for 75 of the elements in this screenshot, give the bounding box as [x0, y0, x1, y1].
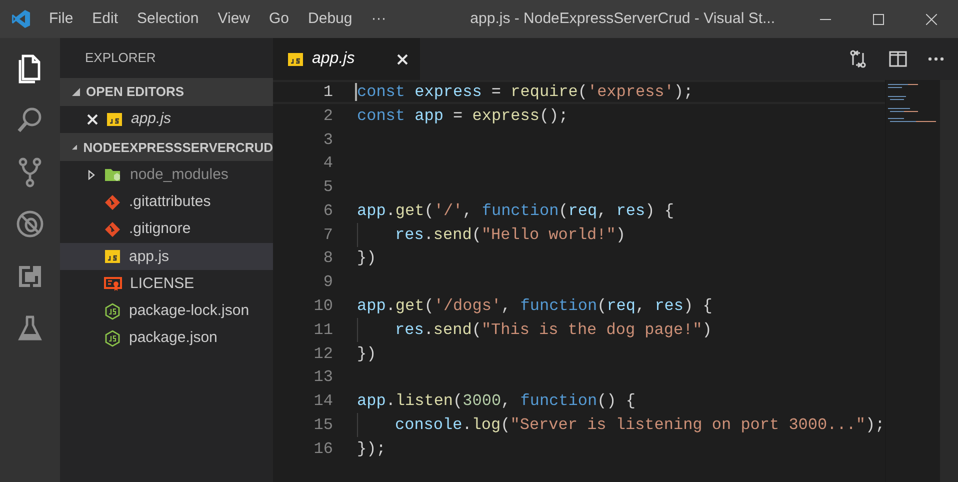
- explorer-entry[interactable]: app.js: [60, 106, 273, 134]
- line-number: 3: [322, 130, 333, 150]
- menu-item[interactable]: Selection: [137, 8, 199, 30]
- line-number: 12: [312, 344, 333, 365]
- text-cursor: [355, 83, 357, 101]
- more-menu-button[interactable]: ···: [371, 8, 386, 30]
- file-name: package.json: [129, 328, 218, 348]
- section-header[interactable]: OPEN EDITORS: [60, 78, 273, 106]
- menu-item[interactable]: Debug: [308, 8, 352, 30]
- explorer-entry[interactable]: app.js: [60, 243, 273, 270]
- sidebar-title: EXPLORER: [84, 49, 157, 68]
- line-number: 8: [322, 248, 333, 270]
- line-number: 13: [312, 367, 333, 388]
- file-name: .gitattributes: [129, 192, 211, 212]
- folder-icon: [104, 166, 122, 183]
- explorer-entry[interactable]: LICENSE: [60, 270, 273, 298]
- menu-item[interactable]: File: [49, 8, 74, 30]
- code-line: res.send("Hello world!"): [395, 224, 626, 246]
- menu-item[interactable]: Go: [269, 8, 290, 30]
- explorer-entry[interactable]: node_modules: [60, 161, 273, 189]
- close-icon[interactable]: [926, 14, 937, 24]
- explorer-entry[interactable]: .gitignore: [60, 216, 273, 244]
- code-line: });: [357, 438, 386, 460]
- menu-item[interactable]: Edit: [92, 8, 118, 30]
- app-logo-icon: [11, 9, 31, 29]
- file-name: .gitignore: [129, 219, 191, 240]
- code-line: app.get('/dogs', function(req, res) {: [357, 296, 712, 318]
- js-file-icon: [106, 111, 123, 128]
- hexagon-file-icon: [104, 302, 121, 320]
- line-number: 11: [312, 320, 333, 341]
- split-editor-icon[interactable]: [888, 49, 908, 69]
- git-file-icon: [104, 221, 121, 238]
- certificate-icon: [104, 276, 122, 292]
- window-title: app.js - NodeExpressServerCrud - Visual St...: [469, 8, 776, 29]
- chevron-icon[interactable]: [88, 170, 96, 180]
- file-name: app.js: [131, 109, 172, 130]
- file-name: LICENSE: [130, 274, 194, 294]
- explorer-entry[interactable]: .gitattributes: [60, 188, 273, 216]
- chevron-icon: [72, 88, 80, 96]
- line-number: 15: [312, 415, 333, 436]
- line-number: 4: [322, 153, 333, 174]
- code-line: app.listen(3000, function() {: [357, 391, 636, 412]
- file-name: app.js: [129, 246, 170, 267]
- code-line: console.log("Server is listening on port 3000...");: [395, 415, 885, 436]
- file-name: package-lock.json: [129, 301, 250, 322]
- line-number: 10: [312, 296, 333, 318]
- chevron-icon: [72, 143, 78, 152]
- line-number: 7: [322, 224, 333, 246]
- close-icon[interactable]: [397, 54, 408, 64]
- line-number: 9: [322, 272, 333, 294]
- git-file-icon: [104, 194, 121, 211]
- code-line: }): [357, 248, 376, 270]
- editor-tab[interactable]: app.js: [273, 38, 420, 80]
- line-number: 16: [312, 438, 333, 460]
- js-file-icon: [287, 50, 304, 68]
- section-header[interactable]: NODEEXPRESSSERVERCRUD: [60, 133, 273, 162]
- maximize-icon[interactable]: [873, 14, 884, 24]
- file-name: node_modules: [130, 164, 228, 185]
- line-number: 2: [322, 106, 333, 127]
- line-number: 5: [322, 177, 333, 198]
- line-number: 14: [312, 391, 333, 412]
- code-line: app.get('/', function(req, res) {: [357, 200, 674, 222]
- menu-item[interactable]: View: [218, 8, 250, 30]
- compare-changes-icon[interactable]: [848, 49, 868, 69]
- hexagon-file-icon: [104, 330, 121, 348]
- js-file-icon: [104, 248, 121, 266]
- line-number: 1: [322, 82, 333, 103]
- code-line: res.send("This is the dog page!"): [395, 320, 712, 341]
- close-icon[interactable]: [87, 114, 98, 126]
- explorer-entry[interactable]: package.json: [60, 325, 273, 352]
- line-number: 6: [322, 200, 333, 222]
- explorer-entry[interactable]: package-lock.json: [60, 298, 273, 326]
- code-line: const app = express();: [357, 106, 568, 127]
- code-line: const express = require('express');: [357, 82, 694, 103]
- code-line: }): [357, 344, 376, 365]
